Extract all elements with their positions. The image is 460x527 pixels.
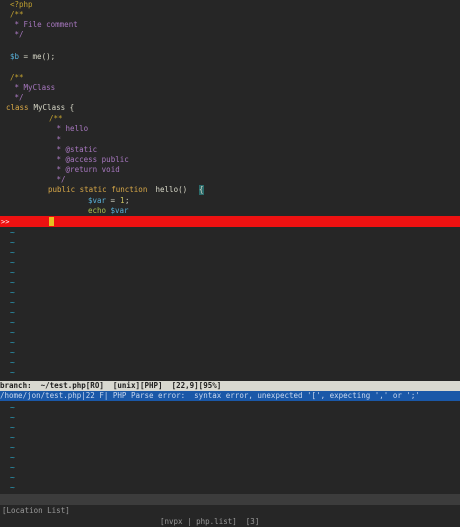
tilde-marker: ~	[10, 473, 15, 482]
tilde-marker: ~	[10, 268, 15, 277]
tilde-marker: ~	[10, 258, 15, 267]
code-line-11: class MyClass {	[0, 103, 460, 113]
doc-comment-close: */	[10, 30, 24, 39]
function-keywords: public static function	[48, 185, 148, 194]
tilde-marker: ~	[10, 403, 15, 412]
doc-comment-open: /**	[10, 10, 24, 19]
location-list-statusline: [Location List] [nvpx | php.list] [3]	[0, 494, 460, 526]
tilde-marker: ~	[10, 433, 15, 442]
tilde-marker: ~	[10, 328, 15, 337]
doc-comment-text: *	[52, 135, 62, 144]
number-literal: 1	[120, 196, 125, 205]
echo-keyword: echo	[88, 206, 107, 215]
echo-variable: $var	[106, 206, 129, 215]
tilde-marker: ~	[10, 453, 15, 462]
tilde-marker: ~	[10, 443, 15, 452]
doc-comment-text: * @access public	[52, 155, 129, 164]
code-line-6: $b = me();	[0, 52, 460, 62]
class-keyword: class	[6, 103, 29, 112]
code-line-10: */	[0, 93, 460, 103]
doc-comment-text: * @return void	[52, 165, 120, 174]
error-highlight-line[interactable]: >>	[0, 216, 460, 227]
editor-pane[interactable]: <?php /** * File comment */ $b = me(); /…	[0, 0, 460, 380]
tilde-marker: ~	[10, 278, 15, 287]
tilde-marker: ~	[10, 463, 15, 472]
doc-comment-text: * MyClass	[10, 83, 56, 92]
code-line-19: public static function hello() {	[0, 185, 460, 195]
tilde-marker: ~	[10, 413, 15, 422]
matched-brace: {	[199, 185, 204, 195]
editor-statusline: branch: ~/test.php[RO] [unix][PHP] [22,9…	[0, 381, 460, 391]
code-line-16: * @access public	[0, 155, 460, 165]
doc-comment-text: * hello	[52, 124, 89, 133]
tilde-marker: ~	[10, 483, 15, 492]
variable-var: $var	[88, 196, 107, 205]
tilde-marker: ~	[10, 288, 15, 297]
doc-comment-text: * File comment	[10, 20, 78, 29]
code-line-18: */	[0, 175, 460, 185]
code-line-3: * File comment	[0, 20, 460, 30]
tilde-marker: ~	[10, 318, 15, 327]
doc-comment-open: /**	[49, 114, 63, 123]
doc-comment-open: /**	[10, 73, 24, 82]
tilde-marker: ~	[10, 308, 15, 317]
code-line-8: /**	[0, 73, 460, 83]
php-open-tag: <?php	[10, 0, 33, 9]
tilde-marker: ~	[10, 248, 15, 257]
tilde-marker: ~	[10, 238, 15, 247]
class-name: MyClass {	[29, 103, 75, 112]
tilde-marker: ~	[10, 368, 15, 377]
text-cursor	[49, 217, 54, 226]
error-sign-icon: >>	[1, 218, 10, 226]
code-line-14: *	[0, 135, 460, 145]
location-list-error-entry[interactable]: /home/jon/test.php|22 F| PHP Parse error…	[0, 391, 460, 401]
code-line-2: /**	[0, 10, 460, 20]
assign-operator: =	[106, 196, 120, 205]
tilde-marker: ~	[10, 358, 15, 367]
doc-comment-close: */	[52, 175, 66, 184]
code-line-21: echo $var	[0, 206, 460, 216]
location-list-info: [nvpx | php.list] [3]	[160, 517, 260, 526]
tilde-marker: ~	[10, 348, 15, 357]
doc-comment-close: */	[10, 93, 24, 102]
function-name: hello()	[151, 185, 192, 194]
location-list-title: [Location List]	[2, 506, 79, 515]
tilde-marker: ~	[10, 423, 15, 432]
code-line-17: * @return void	[0, 165, 460, 175]
semicolon: ;	[125, 196, 130, 205]
doc-comment-text: * @static	[52, 145, 98, 154]
code-line-20: $var = 1 ;	[0, 196, 460, 206]
tilde-marker: ~	[10, 228, 15, 237]
code-line-9: * MyClass	[0, 83, 460, 93]
code-line-12: /**	[0, 114, 460, 124]
code-line-1: <?php	[0, 0, 460, 10]
tilde-marker: ~	[10, 298, 15, 307]
variable-b: $b	[10, 52, 20, 61]
code-line-4: */	[0, 30, 460, 40]
tilde-marker: ~	[10, 338, 15, 347]
code-line-13: * hello	[0, 124, 460, 134]
location-list-pane[interactable]: ~ ~ ~ ~ ~ ~ ~ ~ ~	[0, 401, 460, 494]
assignment-text: = me();	[19, 52, 56, 61]
code-line-15: * @static	[0, 145, 460, 155]
